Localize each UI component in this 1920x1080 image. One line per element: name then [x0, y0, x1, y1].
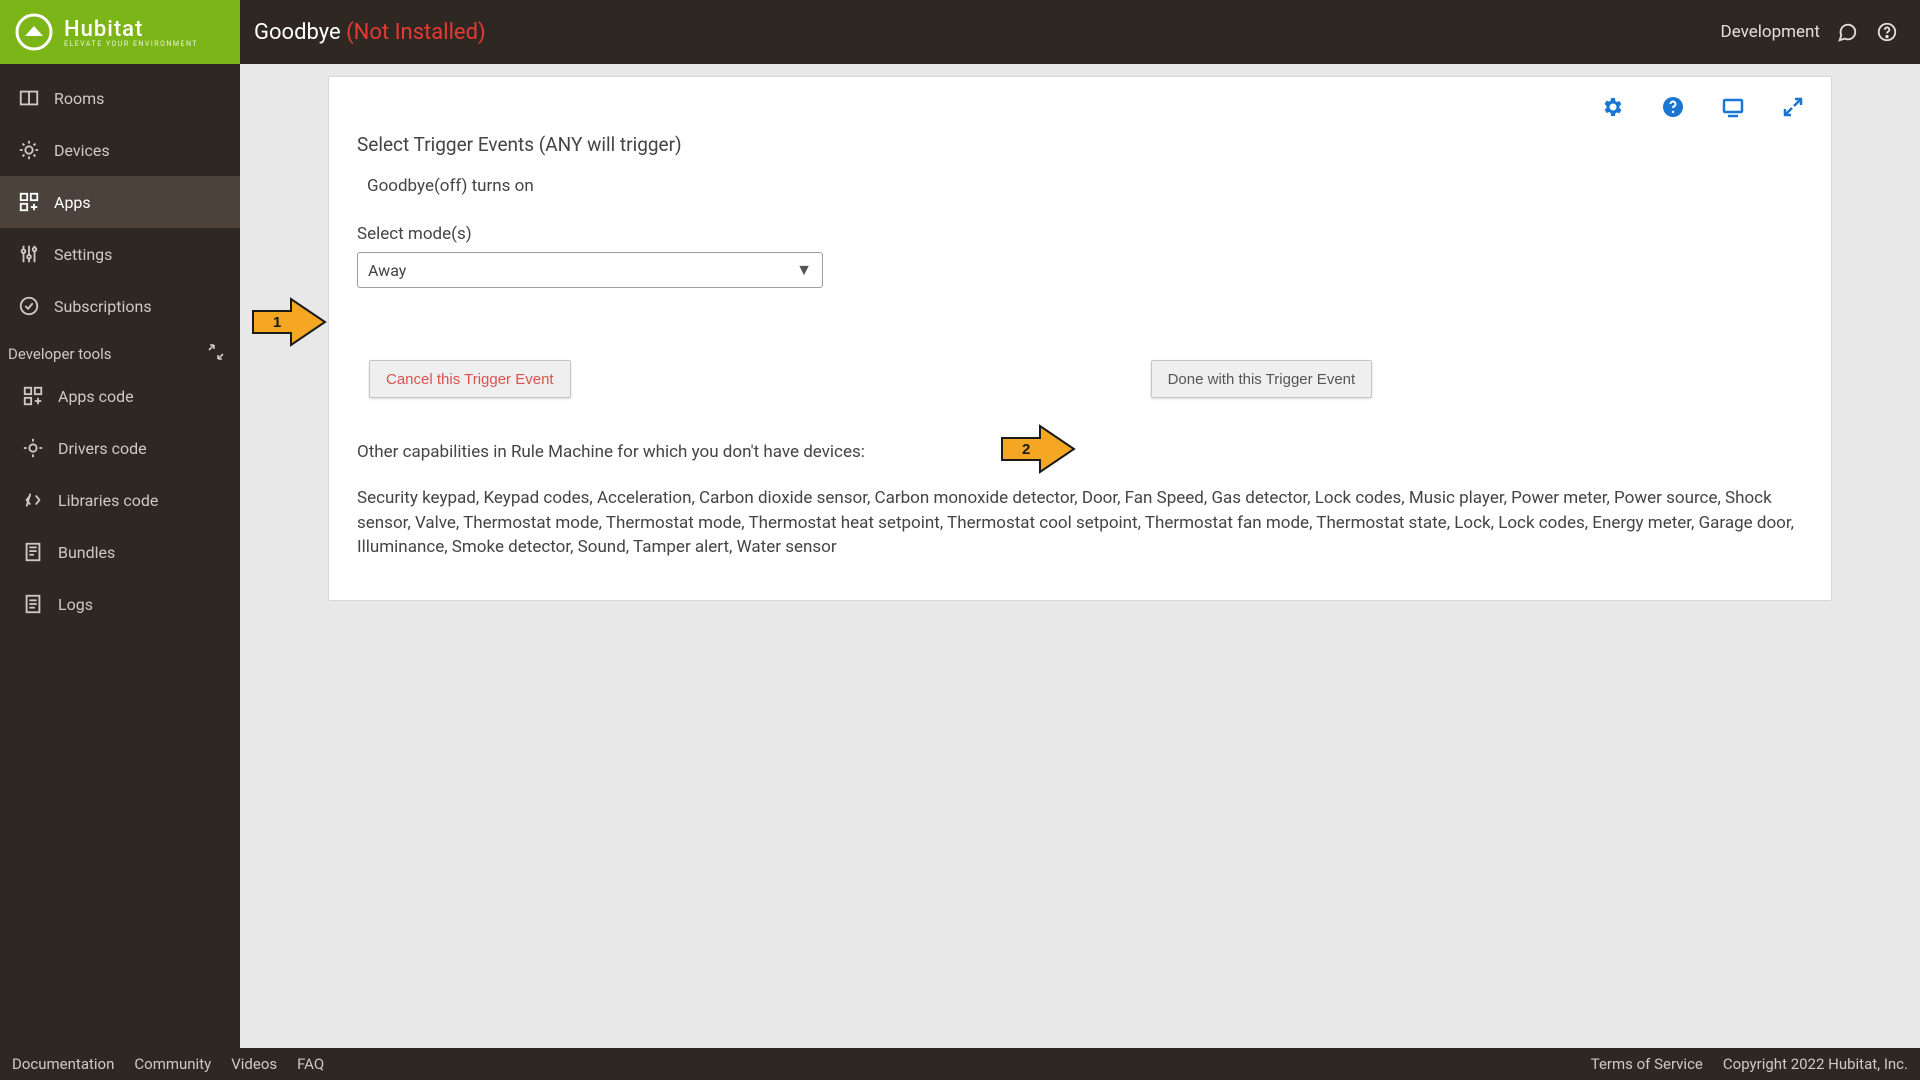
cancel-trigger-button[interactable]: Cancel this Trigger Event: [369, 360, 571, 398]
done-trigger-button[interactable]: Done with this Trigger Event: [1151, 360, 1373, 398]
sidebar-item-drivers-code[interactable]: Drivers code: [0, 422, 240, 474]
annotation-arrow-1: 1: [251, 293, 327, 351]
mode-select-value: Away: [368, 261, 406, 280]
sidebar-item-apps-code[interactable]: Apps code: [0, 370, 240, 422]
monitor-icon[interactable]: [1719, 93, 1747, 121]
footer: Documentation Community Videos FAQ Terms…: [0, 1048, 1920, 1080]
bundles-icon: [22, 541, 44, 563]
sidebar-item-label: Settings: [54, 245, 112, 264]
environment-label: Development: [1721, 22, 1820, 42]
page-title: Goodbye (Not Installed): [240, 20, 486, 45]
apps-icon: [18, 191, 40, 213]
config-card: 1 2: [328, 76, 1832, 601]
sidebar-item-libraries-code[interactable]: Libraries code: [0, 474, 240, 526]
mode-select-label: Select mode(s): [357, 224, 1803, 244]
hubitat-logo-icon: [14, 12, 54, 52]
sidebar-item-label: Apps: [54, 193, 91, 212]
help-circle-icon[interactable]: [1659, 93, 1687, 121]
card-toolbar: [329, 77, 1831, 125]
collapse-icon[interactable]: [208, 344, 224, 364]
svg-text:1: 1: [273, 314, 281, 331]
footer-link-faq[interactable]: FAQ: [297, 1055, 324, 1073]
sidebar-item-subscriptions[interactable]: Subscriptions: [0, 280, 240, 332]
sidebar-item-bundles[interactable]: Bundles: [0, 526, 240, 578]
developer-tools-label: Developer tools: [8, 345, 111, 363]
sidebar-item-apps[interactable]: Apps: [0, 176, 240, 228]
rooms-icon: [18, 87, 40, 109]
sidebar-item-label: Libraries code: [58, 491, 158, 510]
sidebar-item-label: Subscriptions: [54, 297, 152, 316]
main-content: 1 2: [240, 64, 1920, 1048]
footer-copyright: Copyright 2022 Hubitat, Inc.: [1723, 1055, 1908, 1073]
other-capabilities-label: Other capabilities in Rule Machine for w…: [357, 442, 1803, 462]
topbar: Hubitat ELEVATE YOUR ENVIRONMENT Goodbye…: [0, 0, 1920, 64]
brand-logo[interactable]: Hubitat ELEVATE YOUR ENVIRONMENT: [0, 0, 240, 64]
brand-name: Hubitat: [64, 17, 198, 42]
apps-code-icon: [22, 385, 44, 407]
sidebar-item-logs[interactable]: Logs: [0, 578, 240, 630]
sidebar-item-label: Drivers code: [58, 439, 147, 458]
sidebar-item-label: Rooms: [54, 89, 104, 108]
sidebar-item-rooms[interactable]: Rooms: [0, 72, 240, 124]
settings-icon: [18, 243, 40, 265]
brand-tagline: ELEVATE YOUR ENVIRONMENT: [64, 40, 198, 48]
help-icon[interactable]: [1874, 19, 1900, 45]
sidebar-item-settings[interactable]: Settings: [0, 228, 240, 280]
brand-text: Hubitat ELEVATE YOUR ENVIRONMENT: [64, 17, 198, 48]
gear-icon[interactable]: [1599, 93, 1627, 121]
app-status: (Not Installed): [346, 20, 486, 45]
drivers-code-icon: [22, 437, 44, 459]
developer-tools-header[interactable]: Developer tools: [0, 332, 240, 370]
mode-select[interactable]: Away ▼: [357, 252, 823, 288]
subscriptions-icon: [18, 295, 40, 317]
sidebar: Rooms Devices Apps Settings Subscription…: [0, 64, 240, 1048]
devices-icon: [18, 139, 40, 161]
other-capabilities-list: Security keypad, Keypad codes, Accelerat…: [357, 486, 1797, 560]
footer-link-videos[interactable]: Videos: [231, 1055, 277, 1073]
footer-link-documentation[interactable]: Documentation: [12, 1055, 114, 1073]
sidebar-item-label: Bundles: [58, 543, 115, 562]
sidebar-item-label: Apps code: [58, 387, 134, 406]
sidebar-item-label: Logs: [58, 595, 93, 614]
footer-tos[interactable]: Terms of Service: [1591, 1055, 1703, 1073]
chat-icon[interactable]: [1834, 19, 1860, 45]
sidebar-item-devices[interactable]: Devices: [0, 124, 240, 176]
section-title: Select Trigger Events (ANY will trigger): [357, 133, 1803, 156]
sidebar-item-label: Devices: [54, 141, 110, 160]
trigger-summary: Goodbye(off) turns on: [367, 176, 1803, 196]
libraries-code-icon: [22, 489, 44, 511]
footer-link-community[interactable]: Community: [134, 1055, 211, 1073]
expand-icon[interactable]: [1779, 93, 1807, 121]
chevron-down-icon: ▼: [796, 260, 812, 280]
app-title: Goodbye: [254, 20, 341, 45]
logs-icon: [22, 593, 44, 615]
